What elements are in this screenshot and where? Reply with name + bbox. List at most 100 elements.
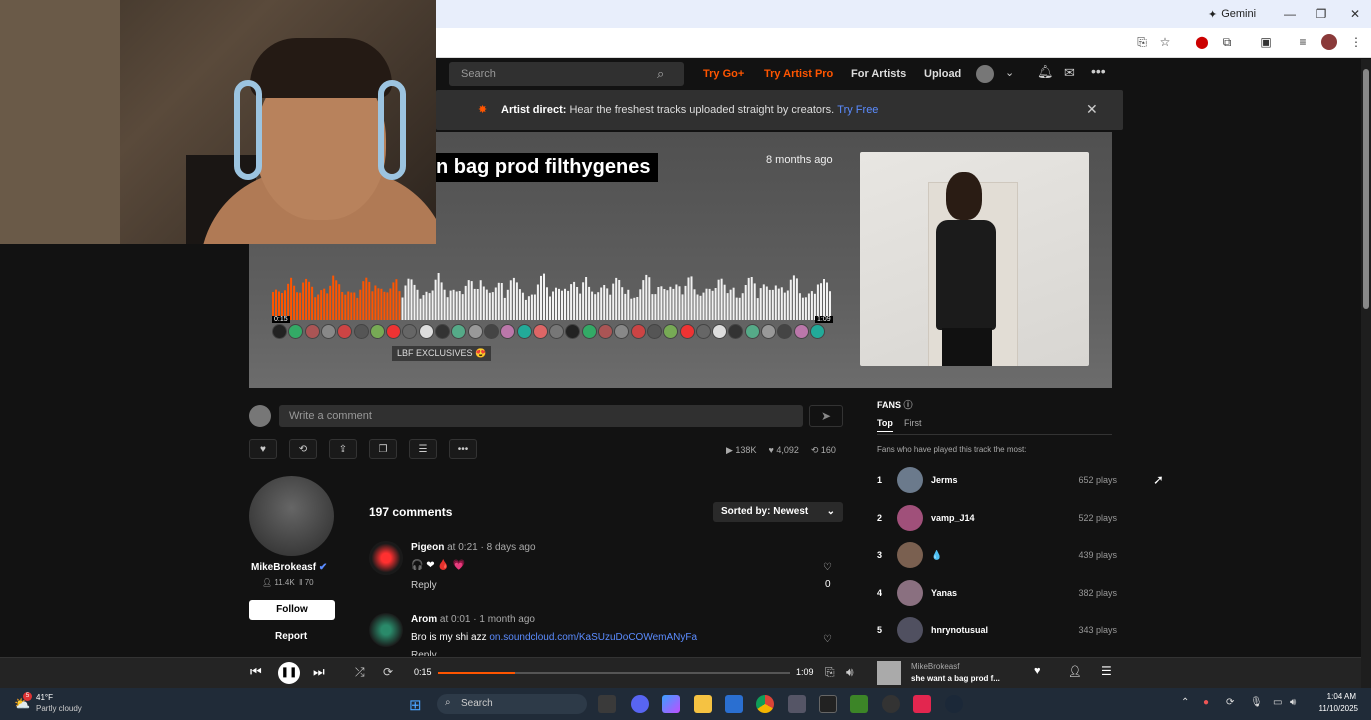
taskbar-search[interactable]: ⌕ Search xyxy=(437,694,587,714)
chevron-down-icon[interactable]: ⌄ xyxy=(1005,66,1014,79)
comment-marker-avatar[interactable] xyxy=(549,324,565,339)
comment-marker-avatar[interactable] xyxy=(272,324,287,339)
share-button[interactable]: ⇪ xyxy=(329,439,357,459)
comment-marker-avatar[interactable] xyxy=(353,324,369,339)
progress-track[interactable] xyxy=(438,672,790,674)
add-to-playlist-button[interactable]: ☰ xyxy=(409,439,437,459)
comment-marker-avatar[interactable] xyxy=(288,324,304,339)
tools-icon[interactable] xyxy=(788,695,806,713)
puzzle-icon[interactable]: ⧉ xyxy=(1217,32,1237,52)
artist-avatar[interactable] xyxy=(249,476,334,556)
report-button[interactable]: Report xyxy=(275,631,307,642)
try-free-link[interactable]: Try Free xyxy=(837,104,878,116)
comment-marker-avatar[interactable] xyxy=(679,324,695,339)
repost-button[interactable]: ⟲ xyxy=(289,439,317,459)
tray-sync-icon[interactable]: ⟳ xyxy=(1226,697,1234,708)
comment-avatars-strip[interactable] xyxy=(272,324,832,342)
comment-like-icon[interactable]: ♡ xyxy=(823,562,832,573)
comment-marker-avatar[interactable] xyxy=(728,324,744,339)
comment-marker-avatar[interactable] xyxy=(630,324,646,339)
comment-like-icon[interactable]: ♡ xyxy=(823,634,832,645)
comment-marker-avatar[interactable] xyxy=(598,324,613,339)
sort-dropdown[interactable]: Sorted by: Newest ⌄ xyxy=(713,502,843,522)
comment-marker-avatar[interactable] xyxy=(435,324,450,339)
fan-row[interactable]: 4 Yanas 382 plays xyxy=(877,578,1117,608)
task-view-icon[interactable] xyxy=(598,695,616,713)
reply-button[interactable]: Reply xyxy=(411,580,437,591)
follow-button[interactable]: Follow xyxy=(249,600,335,620)
weather-desc[interactable]: Partly cloudy xyxy=(36,704,82,713)
close-window-button[interactable]: ✕ xyxy=(1345,4,1365,24)
epic-games-icon[interactable] xyxy=(819,695,837,713)
fan-row[interactable]: 3 💧 439 plays xyxy=(877,540,1117,570)
tray-date[interactable]: 11/10/2025 xyxy=(1310,704,1358,713)
comment-marker-avatar[interactable] xyxy=(532,324,548,339)
comment-marker-avatar[interactable] xyxy=(761,324,776,339)
pause-button[interactable]: ❚❚ xyxy=(278,662,300,684)
cast-icon[interactable]: ⎘ xyxy=(825,665,835,680)
comment-marker-avatar[interactable] xyxy=(386,324,402,339)
fan-avatar[interactable] xyxy=(897,617,923,643)
mail-icon[interactable]: ✉ xyxy=(1064,65,1075,81)
next-icon[interactable]: ⏭ xyxy=(313,664,325,680)
fans-tab-first[interactable]: First xyxy=(904,418,922,428)
previous-icon[interactable]: ⏮ xyxy=(250,664,262,680)
sidepanel-icon[interactable]: ▣ xyxy=(1256,32,1276,52)
close-banner-icon[interactable]: ✕ xyxy=(1086,101,1098,118)
profile-avatar[interactable] xyxy=(1321,34,1337,50)
media-icon[interactable]: ≡ xyxy=(1293,32,1313,52)
chrome-icon[interactable] xyxy=(756,695,774,713)
nav-upload[interactable]: Upload xyxy=(924,68,961,80)
gemini-button[interactable]: ✦ Gemini xyxy=(1200,5,1264,23)
comment-marker-avatar[interactable] xyxy=(337,324,353,339)
comment-marker-avatar[interactable] xyxy=(712,324,728,339)
search-input[interactable]: Search xyxy=(449,62,684,86)
comment-marker-avatar[interactable] xyxy=(581,324,597,339)
shuffle-icon[interactable]: ⤮ xyxy=(355,665,365,680)
nav-for-artists[interactable]: For Artists xyxy=(851,68,906,80)
nav-try-artist-pro[interactable]: Try Artist Pro xyxy=(764,68,833,80)
fan-name[interactable]: vamp_J14 xyxy=(931,513,1078,523)
comment-marker-avatar[interactable] xyxy=(418,324,434,339)
comment-marker-avatar[interactable] xyxy=(369,324,385,339)
steam-icon[interactable] xyxy=(945,695,963,713)
tiktok-icon[interactable] xyxy=(913,695,931,713)
network-icon[interactable]: ▭ xyxy=(1273,697,1282,708)
bell-icon[interactable]: 🔔︎ xyxy=(1037,64,1054,80)
speaker-icon[interactable]: 🔊︎ xyxy=(1290,697,1296,708)
comment-marker-avatar[interactable] xyxy=(744,324,760,339)
send-icon[interactable]: ➤ xyxy=(809,405,843,427)
extension-icon[interactable]: ⬤ xyxy=(1192,32,1212,52)
tray-time[interactable]: 1:04 AM xyxy=(1312,692,1356,701)
store-icon[interactable] xyxy=(725,695,743,713)
comment-marker-avatar[interactable] xyxy=(304,324,320,339)
player-artwork[interactable] xyxy=(877,661,901,685)
comment-input[interactable]: Write a comment xyxy=(279,405,803,427)
comment-marker-avatar[interactable] xyxy=(516,324,532,339)
comment-avatar[interactable] xyxy=(369,613,403,647)
comment-marker-avatar[interactable] xyxy=(614,324,630,339)
comment-avatar[interactable] xyxy=(369,541,403,575)
comment-marker-avatar[interactable] xyxy=(467,324,483,339)
microphone-icon[interactable]: 🎙︎ xyxy=(1250,697,1263,708)
artist-name[interactable]: MikeBrokeasf ✔ xyxy=(251,562,327,573)
comment-marker-avatar[interactable] xyxy=(809,324,825,339)
minecraft-icon[interactable] xyxy=(850,695,868,713)
fan-avatar[interactable] xyxy=(897,542,923,568)
comment-marker-avatar[interactable] xyxy=(695,324,711,339)
file-explorer-icon[interactable] xyxy=(694,695,712,713)
like-button[interactable]: ♥ xyxy=(249,439,277,459)
fan-name[interactable]: Yanas xyxy=(931,588,1078,598)
bookmark-star-icon[interactable]: ☆ xyxy=(1155,32,1175,52)
comment-link[interactable]: on.soundcloud.com/KaSUzuDoCOWemANyFa xyxy=(489,632,697,643)
repeat-icon[interactable]: ⟳ xyxy=(383,665,393,679)
info-icon[interactable]: ⓘ xyxy=(904,400,913,410)
discord-icon[interactable] xyxy=(631,695,649,713)
comment-marker-avatar[interactable] xyxy=(646,324,662,339)
player-artist[interactable]: MikeBrokeasf xyxy=(911,662,959,671)
comment-tag[interactable]: LBF EXCLUSIVES 😍 xyxy=(392,346,492,361)
user-avatar[interactable] xyxy=(976,65,994,83)
nav-try-go[interactable]: Try Go+ xyxy=(703,68,744,80)
windows-start-icon[interactable]: ⊞ xyxy=(409,696,422,714)
minimize-button[interactable]: — xyxy=(1280,4,1300,24)
